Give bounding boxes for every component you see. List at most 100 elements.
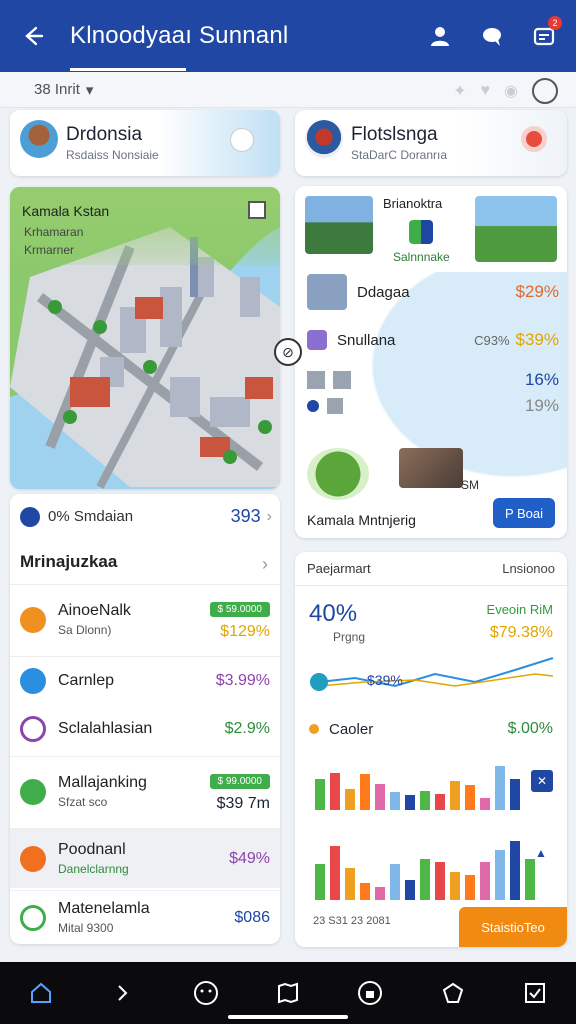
stats-header-left[interactable]: Paejarmart — [307, 561, 371, 576]
smile-icon[interactable] — [191, 978, 221, 1008]
bar — [435, 794, 445, 810]
fox-icon — [20, 606, 46, 633]
notification-badge: 2 — [548, 16, 562, 30]
avatar — [20, 120, 58, 158]
cancel-row[interactable]: Caoler $.00% — [309, 720, 553, 738]
bar — [360, 883, 370, 900]
promo-button[interactable]: P Boai — [493, 498, 555, 528]
item-amount: $086 — [234, 908, 270, 926]
location-card-right[interactable]: Flotslsnga StaDarC Doranrıa — [295, 110, 567, 176]
stats-footer: 23 S31 23 2081 — [313, 915, 391, 927]
app-icon — [307, 330, 327, 350]
bar — [420, 791, 430, 810]
bar — [465, 875, 475, 900]
stats-header-right[interactable]: Lnsionoo — [502, 561, 555, 576]
chat-icon[interactable] — [478, 22, 506, 50]
item-amount: $49% — [229, 849, 270, 867]
bar — [510, 779, 520, 810]
list-item[interactable]: Carnlep $3.99% — [10, 656, 280, 704]
item-title: Mallajanking — [58, 774, 147, 791]
item-subtitle: Mital 9300 — [58, 921, 114, 935]
promo-card[interactable]: Brianoktra Salnnnake Ddagaa $29% Snullan… — [295, 186, 567, 538]
map-icon[interactable] — [273, 978, 303, 1008]
undo-icon[interactable] — [108, 978, 138, 1008]
item-subtitle: Sa Dlonn) — [58, 623, 112, 637]
list-item[interactable]: AinoeNalk Sa Dlonn) $ 59.0000 $129% — [10, 584, 280, 654]
stat-right-label: Eveoin RiM — [486, 602, 553, 617]
promo-title: Brianoktra — [383, 196, 443, 211]
statistics-button[interactable]: StaistioTeo — [459, 907, 567, 947]
bar — [360, 774, 370, 810]
city-map-card[interactable]: Kamala Kstan Krhamaran Krmarner — [10, 187, 280, 489]
map-line-2: Krmarner — [24, 243, 75, 257]
bar-chart-top — [315, 766, 520, 810]
cube-icon — [327, 398, 343, 414]
shield-icon[interactable] — [438, 978, 468, 1008]
item-title: Matenelamla — [58, 900, 150, 917]
promo-row[interactable]: Ddagaa $29% — [307, 274, 559, 310]
bar — [465, 785, 475, 810]
bar — [480, 798, 490, 810]
item-title: Sclalahlasian — [58, 720, 153, 737]
home-icon[interactable] — [26, 978, 56, 1008]
title-underline — [70, 68, 186, 71]
bar — [345, 868, 355, 900]
avatar — [305, 120, 343, 158]
range-selector[interactable]: 38 Inrit ▾ — [34, 81, 93, 99]
bar — [390, 792, 400, 810]
sparkle-icon: ✦ — [453, 83, 467, 100]
item-subtitle: Danelclarnng — [58, 862, 129, 876]
clock-icon[interactable] — [532, 78, 558, 104]
list-header[interactable]: 0% Smdaian 393 › — [20, 506, 272, 527]
bar — [375, 887, 385, 900]
bar-chart-bottom — [315, 841, 535, 900]
village-illustration — [399, 448, 463, 488]
camera-icon[interactable] — [230, 128, 254, 152]
app-bar: Klnoodyaaı Sunnanl 2 — [0, 0, 576, 72]
location-title: Drdonsia — [66, 124, 143, 145]
bar — [495, 766, 505, 810]
list-item[interactable]: Sclalahlasian $2.9% — [10, 704, 280, 754]
back-arrow-icon[interactable] — [18, 21, 48, 51]
item-amount: $3.99% — [215, 671, 270, 689]
list-item[interactable]: Mallajanking Sfzat sco $ 99.0000 $39 7m — [10, 756, 280, 826]
checkbox-icon[interactable] — [248, 201, 266, 219]
stats-card: Paejarmart Lnsionoo 40% Prgng Eveoin RiM… — [295, 552, 567, 947]
play-icon — [20, 778, 46, 805]
promo-side-label: SM — [461, 478, 479, 492]
list-item[interactable]: Poodnanl Danelclarnng $49% — [10, 828, 280, 888]
bar — [450, 872, 460, 900]
bar — [420, 859, 430, 900]
bar — [435, 862, 445, 900]
user-icon[interactable] — [426, 22, 454, 50]
island-illustration — [307, 448, 369, 500]
location-subtitle: StaDarC Doranrıa — [351, 148, 448, 162]
check-icon[interactable] — [520, 978, 550, 1008]
stat-right-value: $79.38% — [489, 624, 553, 641]
bar — [510, 841, 520, 900]
promo-row-prefix: C93% — [474, 332, 510, 348]
bird-icon — [20, 667, 46, 694]
bar — [315, 779, 325, 810]
list-item[interactable]: Matenelamla Mital 9300 $086 — [10, 890, 280, 944]
trend-line-chart — [310, 657, 554, 691]
notifications-icon[interactable]: 2 — [530, 16, 562, 50]
gesture-bar — [228, 1015, 348, 1019]
bar — [375, 784, 385, 810]
lock-icon[interactable] — [355, 978, 385, 1008]
promo-row-label: Ddagaa — [357, 283, 410, 301]
mini-row-value: 19% — [524, 396, 559, 415]
mini-row-value: 16% — [524, 370, 559, 389]
promo-row[interactable]: Snullana C93% $39% — [307, 330, 559, 350]
heart-icon: ♥ — [480, 82, 491, 99]
map-pin-icon[interactable] — [521, 126, 547, 152]
location-card-left[interactable]: Drdonsia Rsdaiss Nonsiaie — [10, 110, 280, 176]
chevron-right-icon[interactable]: › — [262, 554, 268, 575]
expand-icon[interactable]: ▲ — [535, 846, 553, 864]
item-amount: $129% — [220, 622, 270, 640]
map-drag-handle[interactable]: ⊘ — [274, 338, 302, 366]
expand-icon[interactable]: ✕ — [531, 770, 553, 792]
item-title: Poodnanl — [58, 841, 126, 858]
mountain-thumbnail — [305, 196, 373, 254]
list-card: 0% Smdaian 393 › Mrinajuzkaa › AinoeNalk… — [10, 494, 280, 944]
